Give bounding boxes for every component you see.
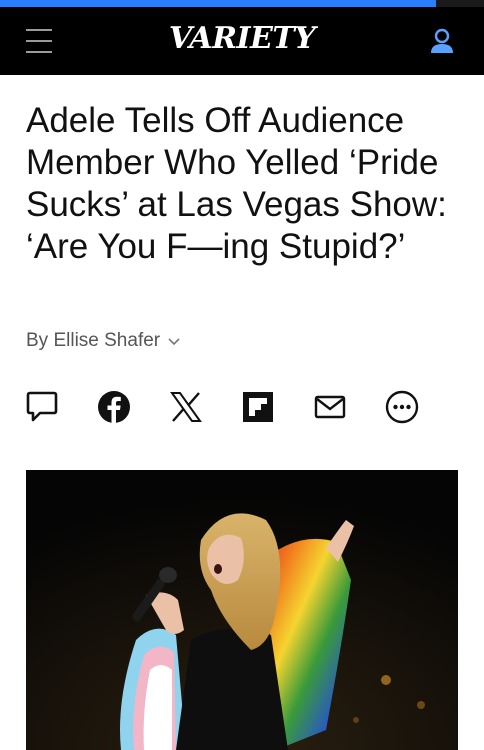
email-icon[interactable]: [312, 388, 348, 426]
user-account-icon[interactable]: [428, 27, 456, 55]
more-options-icon[interactable]: [384, 388, 420, 426]
facebook-icon[interactable]: [96, 388, 132, 426]
author-byline[interactable]: By Ellise Shafer: [26, 330, 180, 352]
x-icon[interactable]: [168, 388, 204, 426]
comment-icon[interactable]: [24, 388, 60, 426]
chevron-down-icon: [168, 338, 180, 346]
site-logo[interactable]: VARIETY: [0, 21, 484, 56]
site-header: VARIETY: [0, 7, 484, 75]
reading-progress-fill: [0, 0, 436, 7]
flipboard-icon[interactable]: [240, 388, 276, 426]
reading-progress-bar: [0, 0, 484, 7]
share-bar: [24, 388, 424, 428]
article-headline: Adele Tells Off Audience Member Who Yell…: [26, 101, 447, 266]
byline-text: By Ellise Shafer: [26, 330, 161, 351]
hero-image[interactable]: [26, 470, 458, 750]
